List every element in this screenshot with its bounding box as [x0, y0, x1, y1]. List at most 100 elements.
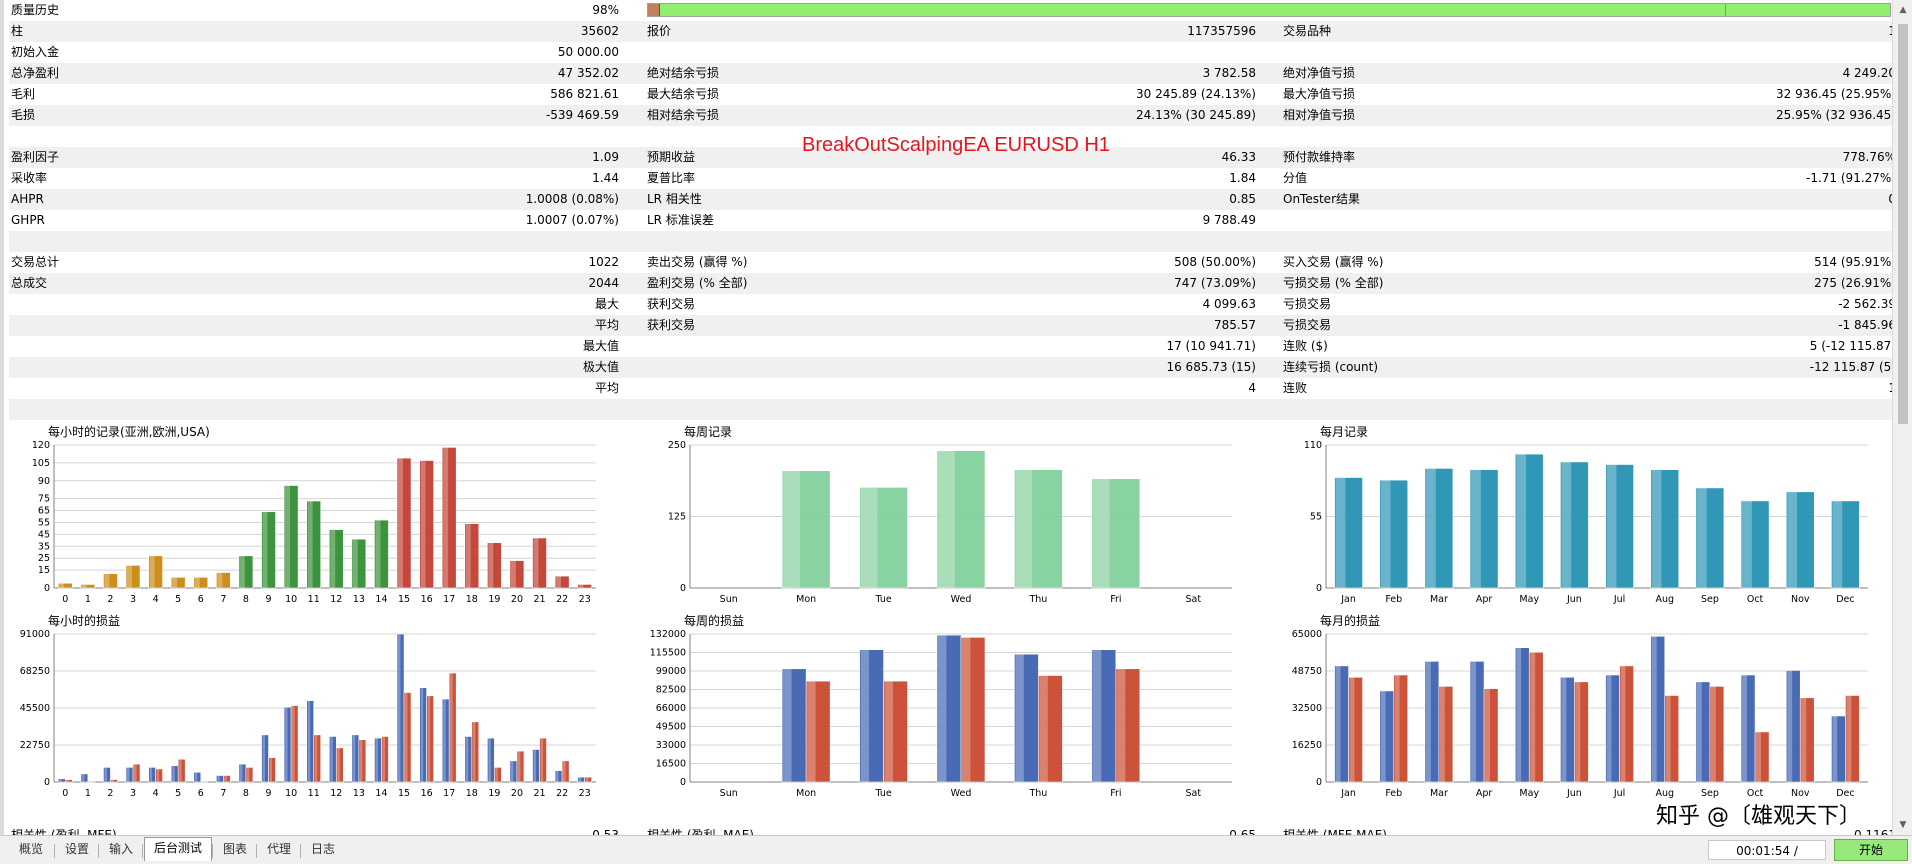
- stat-label: 相对结余亏损: [647, 108, 720, 122]
- bar-highlight: [1425, 468, 1436, 588]
- x-tick-label: 10: [285, 788, 297, 799]
- x-tick-label: Jan: [1340, 594, 1356, 605]
- tab-5[interactable]: 代理: [258, 839, 300, 860]
- bar-highlight: [314, 734, 318, 782]
- y-tick-label: 0: [44, 583, 50, 594]
- tab-6[interactable]: 日志: [302, 839, 344, 860]
- x-tick-label: 17: [443, 788, 455, 799]
- bar-highlight: [1742, 674, 1747, 782]
- bar-highlight: [88, 781, 92, 782]
- tab-1[interactable]: 设置: [56, 839, 98, 860]
- bar-highlight: [1561, 677, 1567, 782]
- bar-highlight: [1516, 647, 1522, 782]
- x-tick-label: 16: [421, 594, 433, 605]
- stat-label: 连败 ($): [1283, 339, 1328, 353]
- y-tick-label: 55: [38, 517, 50, 528]
- bar-highlight: [465, 523, 471, 588]
- tab-0[interactable]: 概览: [10, 839, 52, 860]
- start-button[interactable]: 开始: [1834, 839, 1908, 861]
- scroll-up-icon[interactable]: ▲: [1893, 0, 1912, 20]
- y-tick-label: 99000: [656, 666, 686, 677]
- stat-label: 平均: [594, 381, 619, 395]
- stat-label: 平均: [594, 318, 619, 332]
- x-tick-label: Sat: [1185, 788, 1201, 799]
- bar-highlight: [1015, 469, 1033, 588]
- vertical-scrollbar[interactable]: ▲ ▼: [1892, 0, 1912, 835]
- bar-highlight: [807, 681, 816, 782]
- x-tick-label: 23: [579, 594, 591, 605]
- y-tick-label: 49500: [656, 722, 686, 733]
- bar-highlight: [398, 458, 403, 588]
- stat-value: 5 (-12 115.87): [1809, 339, 1892, 353]
- y-tick-label: 66000: [656, 703, 686, 714]
- x-tick-label: Tue: [874, 594, 891, 605]
- x-tick-label: Mon: [796, 594, 816, 605]
- y-tick-label: 125: [668, 512, 686, 523]
- bar-highlight: [179, 759, 182, 782]
- tab-4[interactable]: 图表: [214, 839, 256, 860]
- monthly-pl-chart: 每月的损益 0 16250 32500 48750 65000 Jan Feb Mar Apr Ma…: [1292, 613, 1868, 799]
- stat-value: 2044: [588, 276, 619, 290]
- bar-highlight: [1485, 688, 1490, 782]
- bar-highlight: [1651, 469, 1662, 588]
- bar-highlight: [194, 772, 198, 782]
- quality-bar-divider: [1725, 4, 1726, 16]
- bar-highlight: [1787, 491, 1798, 588]
- bar-highlight: [398, 634, 401, 782]
- stat-label: 采收率: [11, 171, 48, 185]
- hourly-pl-chart: 每小时的损益0227504550068250910000 1 2 3 4 5 6 7 8 9 10 1…: [20, 613, 596, 799]
- chart-title: 每周的损益: [684, 613, 744, 628]
- tab-2[interactable]: 输入: [100, 839, 142, 860]
- tab-3[interactable]: 后台测试: [144, 837, 213, 861]
- x-tick-label: 22: [556, 788, 568, 799]
- x-tick-label: Mar: [1430, 594, 1448, 605]
- bar-highlight: [1092, 478, 1110, 588]
- chart-title: 每周记录: [684, 424, 732, 439]
- stats-row: 总净盈利 47 352.02 绝对结余亏损 3 782.58 绝对净值亏损 4 249.2…: [9, 63, 1892, 84]
- x-tick-label: Apr: [1476, 788, 1493, 799]
- bar-highlight: [563, 760, 566, 782]
- x-tick-label: Oct: [1747, 594, 1764, 605]
- stat-value: 9 788.49: [1202, 213, 1256, 227]
- bar-highlight: [224, 775, 227, 782]
- stats-row: 获利交易 4 099.63 亏损交易 -2 562.39 最大: [9, 294, 1892, 315]
- bar-highlight: [540, 738, 543, 782]
- tab-separator: [98, 844, 99, 858]
- y-tick-label: 45500: [20, 703, 50, 714]
- stat-value: 785.57: [1214, 318, 1256, 332]
- bar-highlight: [450, 673, 453, 782]
- x-tick-label: 12: [330, 594, 342, 605]
- bar-highlight: [285, 707, 288, 782]
- stat-label: 质量历史: [11, 3, 60, 17]
- x-tick-label: 5: [175, 788, 181, 799]
- stat-value: 1: [1509, 21, 1892, 42]
- bar-highlight: [359, 739, 363, 782]
- stat-value: 35602: [580, 24, 619, 38]
- stat-value: 16 685.73 (15): [1166, 360, 1256, 374]
- bar-highlight: [937, 450, 955, 588]
- bar-highlight: [201, 781, 205, 782]
- x-tick-label: May: [1519, 594, 1539, 605]
- y-tick-label: 110: [1304, 440, 1322, 451]
- bar-highlight: [307, 501, 313, 588]
- bar-highlight: [488, 738, 491, 782]
- stat-value: 4 249.20: [1842, 66, 1892, 80]
- bar-highlight: [860, 487, 878, 588]
- x-tick-label: 15: [398, 788, 410, 799]
- bar-highlight: [172, 577, 178, 588]
- bar-highlight: [127, 565, 132, 588]
- bar-highlight: [262, 734, 265, 782]
- stat-value: 4 099.63: [1202, 297, 1256, 311]
- bar-highlight: [81, 584, 87, 588]
- stat-label: 柱: [11, 24, 24, 38]
- x-tick-label: 7: [220, 788, 226, 799]
- scrollbar-thumb[interactable]: [1898, 24, 1908, 424]
- bar-highlight: [337, 747, 340, 782]
- bottom-toolbar: 概览设置输入后台测试图表代理日志 00:01:54 / 00:01:54 开始: [0, 835, 1912, 864]
- scroll-down-icon[interactable]: ▼: [1893, 815, 1912, 835]
- stat-label: 相关性 (MFE,MAE): [1283, 828, 1387, 835]
- bar-highlight: [1335, 665, 1341, 782]
- bar-highlight: [1380, 690, 1386, 782]
- bar-highlight: [533, 749, 536, 782]
- x-tick-label: Aug: [1655, 594, 1674, 605]
